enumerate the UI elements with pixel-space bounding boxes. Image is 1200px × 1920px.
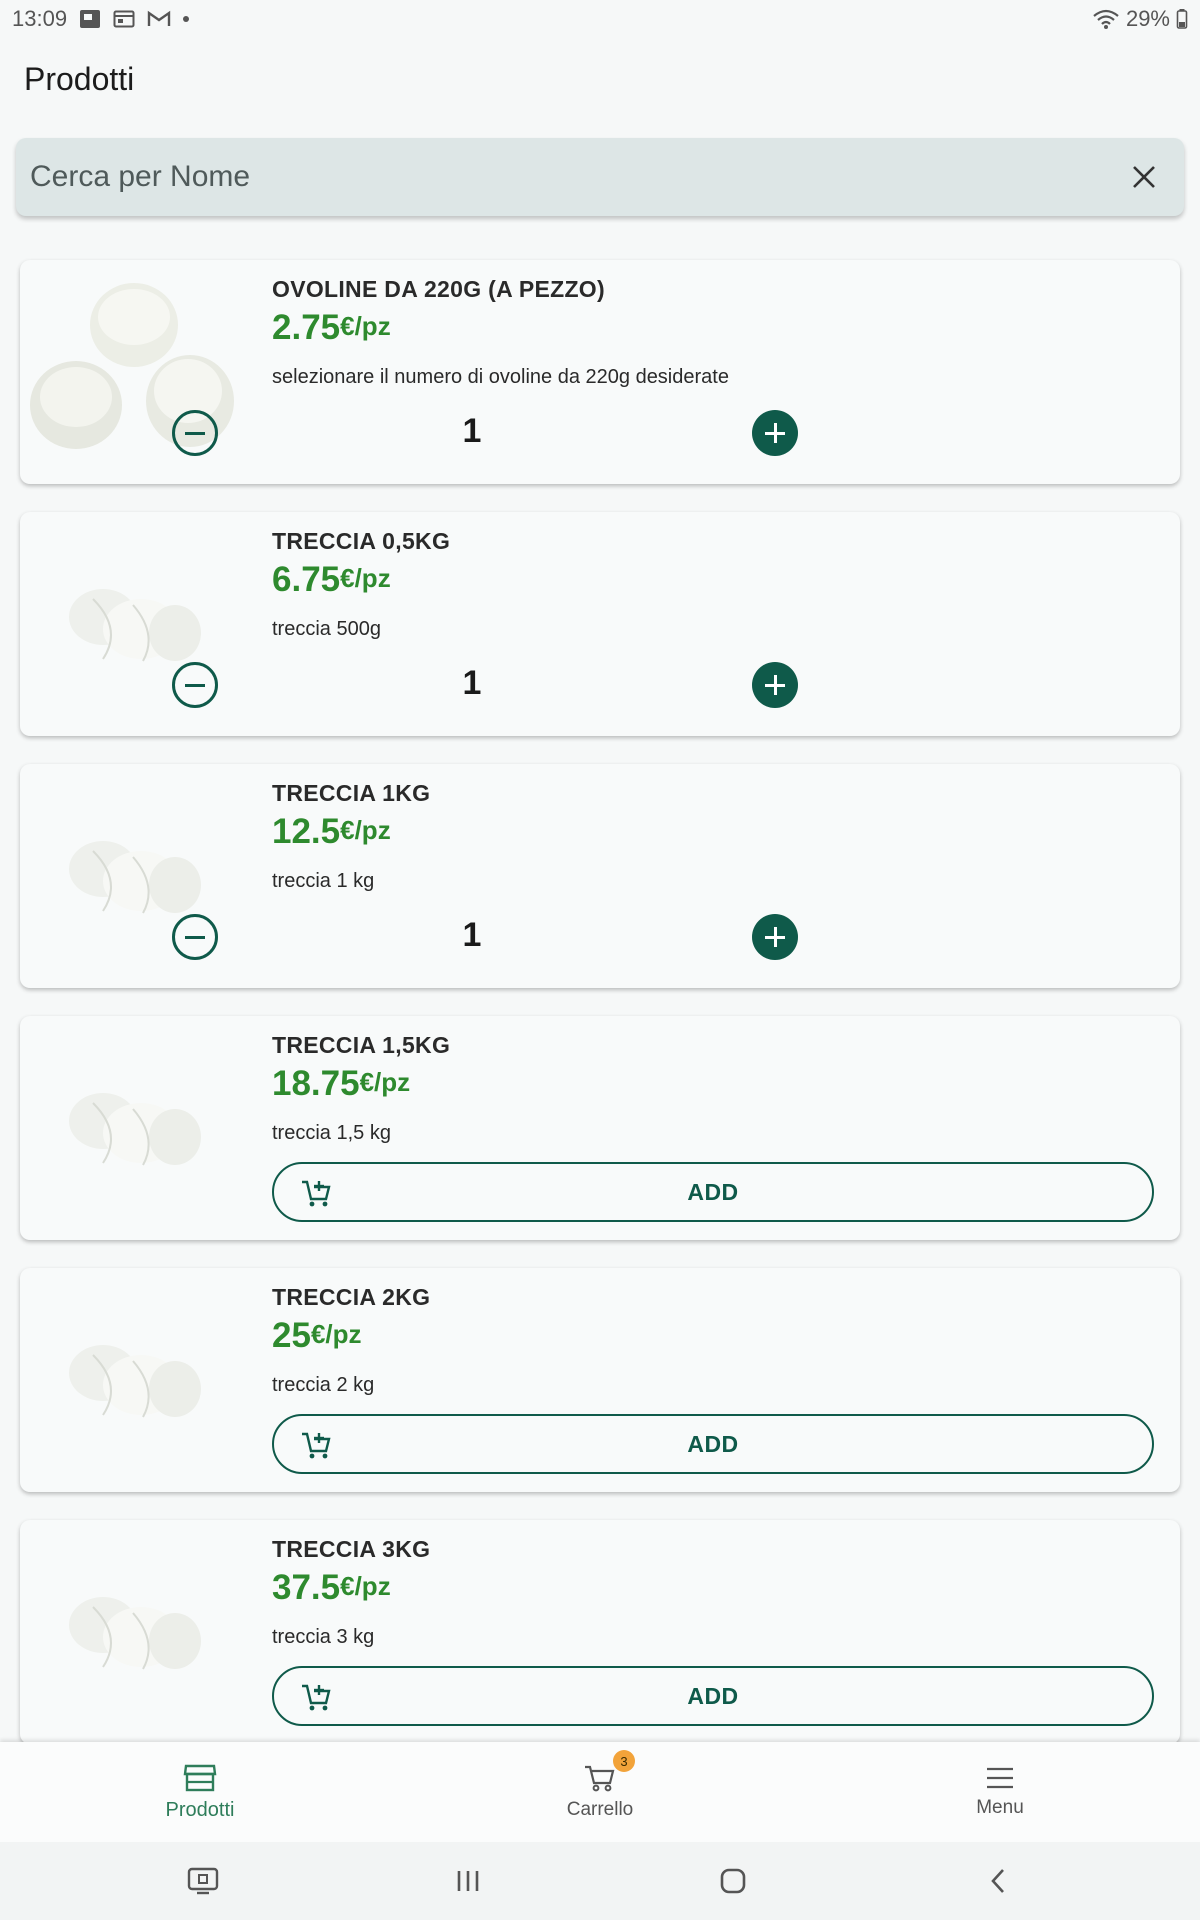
product-description: treccia 2 kg (272, 1374, 375, 1396)
status-time: 13:09 (12, 6, 68, 31)
product-name: TRECCIA 3KG (272, 1536, 431, 1562)
battery-percent: 29% (1125, 6, 1170, 31)
page-title: Prodotti (24, 60, 135, 97)
back-button[interactable] (968, 1856, 1028, 1906)
product-name: TRECCIA 0,5KG (272, 528, 451, 554)
store-icon (183, 1764, 217, 1791)
quantity-stepper: 1 (172, 914, 1044, 964)
nav-label: Menu (976, 1797, 1024, 1818)
product-price: 12.5€/pz (272, 812, 391, 851)
product-image (28, 1030, 238, 1226)
wifi-icon (1093, 9, 1119, 29)
product-price: 37.5€/pz (272, 1568, 391, 1607)
minus-icon[interactable] (172, 914, 218, 960)
product-name: OVOLINE DA 220G (A PEZZO) (272, 276, 605, 302)
nav-item-carrello[interactable]: 3 Carrello (400, 1742, 800, 1842)
bottom-navigation: Prodotti 3 Carrello Menu (0, 1742, 1200, 1842)
product-image (28, 1282, 238, 1478)
product-description: selezionare il numero di ovoline da 220g… (272, 366, 729, 388)
calendar-icon (113, 10, 135, 28)
add-button-label: ADD (687, 1430, 739, 1457)
quantity-value: 1 (462, 412, 482, 450)
product-price: 25€/pz (272, 1316, 362, 1355)
add-button-label: ADD (687, 1682, 739, 1709)
nav-item-menu[interactable]: Menu (800, 1742, 1200, 1842)
back-icon (990, 1869, 1004, 1893)
minus-icon[interactable] (172, 410, 218, 456)
product-price: 18.75€/pz (272, 1064, 411, 1103)
minus-icon[interactable] (172, 662, 218, 708)
nav-label: Carrello (566, 1799, 634, 1820)
nav-label: Prodotti (165, 1798, 235, 1821)
product-card: TRECCIA 1,5KG 18.75€/pz treccia 1,5 kg A… (20, 1016, 1180, 1240)
notification-dot-icon (183, 16, 190, 22)
gmail-icon (147, 10, 171, 26)
quantity-value: 1 (462, 916, 482, 954)
close-icon (1133, 166, 1155, 188)
product-name: TRECCIA 1KG (272, 780, 431, 806)
product-description: treccia 1,5 kg (272, 1122, 391, 1144)
product-name: TRECCIA 1,5KG (272, 1032, 451, 1058)
battery-icon (1176, 9, 1188, 29)
product-card: TRECCIA 3KG 37.5€/pz treccia 3 kg ADD (20, 1520, 1180, 1744)
system-navigation-bar (0, 1842, 1200, 1920)
add-shopping-cart-icon (302, 1432, 331, 1459)
product-description: treccia 1 kg (272, 870, 375, 892)
add-to-cart-button[interactable]: ADD (272, 1414, 1154, 1474)
secure-folder-button[interactable] (173, 1856, 233, 1906)
secure-folder-icon (187, 1867, 218, 1895)
add-shopping-cart-icon (302, 1180, 331, 1207)
search-input[interactable] (30, 160, 1124, 194)
product-description: treccia 500g (272, 618, 381, 640)
product-price: 6.75€/pz (272, 560, 391, 599)
plus-icon[interactable] (752, 410, 798, 456)
plus-icon[interactable] (752, 914, 798, 960)
app-bar: Prodotti (0, 38, 1200, 120)
quantity-value: 1 (462, 664, 482, 702)
product-image (28, 1534, 238, 1730)
product-card: TRECCIA 2KG 25€/pz treccia 2 kg ADD (20, 1268, 1180, 1492)
product-list: OVOLINE DA 220G (A PEZZO) 2.75€/pz selez… (20, 260, 1180, 1772)
recents-icon (457, 1871, 478, 1891)
add-to-cart-button[interactable]: ADD (272, 1162, 1154, 1222)
product-name: TRECCIA 2KG (272, 1284, 431, 1310)
product-card: TRECCIA 0,5KG 6.75€/pz treccia 500g 1 (20, 512, 1180, 736)
plus-icon[interactable] (752, 662, 798, 708)
quantity-stepper: 1 (172, 662, 1044, 712)
search-clear-button[interactable] (1124, 157, 1164, 197)
recents-button[interactable] (438, 1856, 498, 1906)
home-icon (720, 1868, 745, 1894)
product-price: 2.75€/pz (272, 308, 391, 347)
cart-icon (585, 1765, 615, 1792)
screenshot-icon (80, 10, 101, 28)
cart-count-badge: 3 (613, 1750, 635, 1772)
status-bar: 13:09 29% (0, 0, 1200, 38)
menu-icon (987, 1767, 1013, 1789)
product-description: treccia 3 kg (272, 1626, 375, 1648)
product-card: TRECCIA 1KG 12.5€/pz treccia 1 kg 1 (20, 764, 1180, 988)
add-shopping-cart-icon (302, 1684, 331, 1711)
home-button[interactable] (703, 1856, 763, 1906)
quantity-stepper: 1 (172, 410, 1044, 460)
add-to-cart-button[interactable]: ADD (272, 1666, 1154, 1726)
search-bar[interactable] (16, 138, 1184, 216)
product-card: OVOLINE DA 220G (A PEZZO) 2.75€/pz selez… (20, 260, 1180, 484)
nav-item-prodotti[interactable]: Prodotti (0, 1742, 400, 1842)
add-button-label: ADD (687, 1178, 739, 1205)
